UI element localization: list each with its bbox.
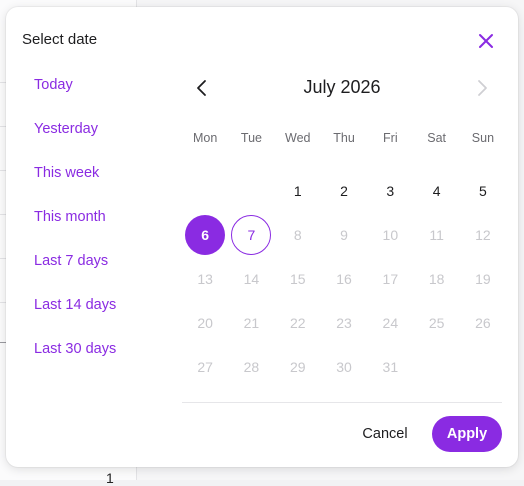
- calendar-day: 24: [367, 301, 413, 345]
- calendar-day-number: 17: [382, 271, 399, 287]
- calendar-day[interactable]: 4: [413, 169, 459, 213]
- calendar-day[interactable]: 2: [321, 169, 367, 213]
- calendar-day-number: 23: [336, 315, 352, 331]
- calendar-day: 30: [321, 345, 367, 389]
- calendar-day: 11: [413, 213, 459, 257]
- calendar-day-number: 3: [386, 183, 395, 199]
- calendar-day: 28: [228, 345, 274, 389]
- calendar-day-number: 8: [293, 227, 302, 243]
- calendar-day-number: 30: [336, 359, 352, 375]
- calendar-day-number: 5: [479, 183, 487, 199]
- weekday-label: Sun: [471, 131, 495, 145]
- calendar-day: 12: [460, 213, 506, 257]
- calendar-day-selected[interactable]: 6: [182, 213, 228, 257]
- calendar-day: 19: [460, 257, 506, 301]
- calendar-day-today[interactable]: 7: [228, 213, 274, 257]
- calendar-day: 9: [321, 213, 367, 257]
- calendar-day: 8: [275, 213, 321, 257]
- preset-list: Today Yesterday This week This month Las…: [34, 75, 164, 383]
- calendar-day-number: 11: [429, 227, 444, 243]
- calendar-day-number: 28: [243, 359, 260, 375]
- calendar-day-number: 24: [382, 315, 399, 331]
- weekday-header: Mon Tue Wed Thu Fri Sat Sun: [182, 131, 506, 147]
- calendar-day: 23: [321, 301, 367, 345]
- calendar-day-number: 15: [289, 271, 306, 287]
- month-header: July 2026: [182, 73, 502, 103]
- calendar-day-number: 7: [231, 215, 272, 255]
- apply-button[interactable]: Apply: [432, 416, 502, 452]
- calendar-day: 22: [275, 301, 321, 345]
- background-digit: 1: [106, 470, 114, 486]
- calendar-day: 16: [321, 257, 367, 301]
- weekday-label: Thu: [333, 131, 355, 145]
- calendar-day-number: 27: [197, 359, 213, 375]
- calendar-day: 21: [228, 301, 274, 345]
- calendar-day-number: 2: [340, 183, 348, 199]
- calendar-day: 18: [413, 257, 459, 301]
- calendar-day-number: 20: [197, 315, 213, 331]
- date-picker-dialog: Select date Today Yesterday This week Th…: [6, 7, 518, 467]
- calendar-day-number: 22: [289, 315, 306, 331]
- calendar-day: 10: [367, 213, 413, 257]
- calendar-day: 13: [182, 257, 228, 301]
- calendar-day-number: 21: [243, 315, 260, 331]
- preset-this-month[interactable]: This month: [34, 207, 164, 251]
- calendar-day: 15: [275, 257, 321, 301]
- weekday-label: Fri: [383, 131, 398, 145]
- calendar-day-number: 29: [289, 359, 306, 375]
- calendar-blank-cell: [182, 169, 228, 213]
- preset-last-14-days[interactable]: Last 14 days: [34, 295, 164, 339]
- weekday-label: Mon: [192, 131, 218, 145]
- calendar-day: 29: [275, 345, 321, 389]
- calendar-day-number: 10: [382, 227, 399, 243]
- preset-yesterday[interactable]: Yesterday: [34, 119, 164, 163]
- calendar-day[interactable]: 1: [275, 169, 321, 213]
- calendar-day: 17: [367, 257, 413, 301]
- calendar-day: 27: [182, 345, 228, 389]
- calendar-day-number: 4: [432, 183, 441, 199]
- preset-last-30-days[interactable]: Last 30 days: [34, 339, 164, 383]
- calendar-blank-cell: [228, 169, 274, 213]
- calendar-day: 14: [228, 257, 274, 301]
- calendar-day-number: 1: [293, 183, 302, 199]
- calendar-day-number: 18: [428, 271, 445, 287]
- footer-divider: [182, 402, 502, 403]
- calendar-day[interactable]: 3: [367, 169, 413, 213]
- previous-month-button[interactable]: [188, 73, 216, 103]
- calendar-day-number: 31: [382, 359, 399, 375]
- calendar-day-number: 13: [197, 271, 213, 287]
- calendar-day: 31: [367, 345, 413, 389]
- preset-this-week[interactable]: This week: [34, 163, 164, 207]
- calendar-grid: 1 2 3 4 5 6 7 8 9 10 11 12 13 14 15 16 17 18 19 20 21 22 23 24 2…: [182, 169, 506, 389]
- chevron-left-icon: [197, 80, 206, 96]
- preset-last-7-days[interactable]: Last 7 days: [34, 251, 164, 295]
- close-button[interactable]: [472, 27, 500, 55]
- calendar-day-number: 12: [475, 227, 491, 243]
- close-icon: [479, 34, 493, 48]
- calendar-day-number: 26: [475, 315, 491, 331]
- weekday-label: Sat: [427, 131, 447, 145]
- calendar-day-number: 16: [336, 271, 352, 287]
- calendar-day-number: 25: [428, 315, 445, 331]
- dialog-title: Select date: [22, 31, 98, 48]
- calendar-day[interactable]: 5: [460, 169, 506, 213]
- weekday-label: Tue: [240, 131, 262, 145]
- month-label: July 2026: [303, 77, 381, 97]
- calendar-day: 20: [182, 301, 228, 345]
- chevron-right-icon: [478, 80, 487, 96]
- cancel-button[interactable]: Cancel: [346, 416, 424, 452]
- calendar-day-number: 14: [243, 271, 260, 287]
- calendar-day-number: 9: [340, 227, 348, 243]
- calendar-day-number: 6: [185, 215, 226, 255]
- next-month-button[interactable]: [468, 73, 496, 103]
- calendar-day-number: 19: [475, 271, 491, 287]
- calendar-day: 25: [413, 301, 459, 345]
- weekday-label: Wed: [285, 131, 311, 145]
- preset-today[interactable]: Today: [34, 75, 164, 119]
- calendar-day: 26: [460, 301, 506, 345]
